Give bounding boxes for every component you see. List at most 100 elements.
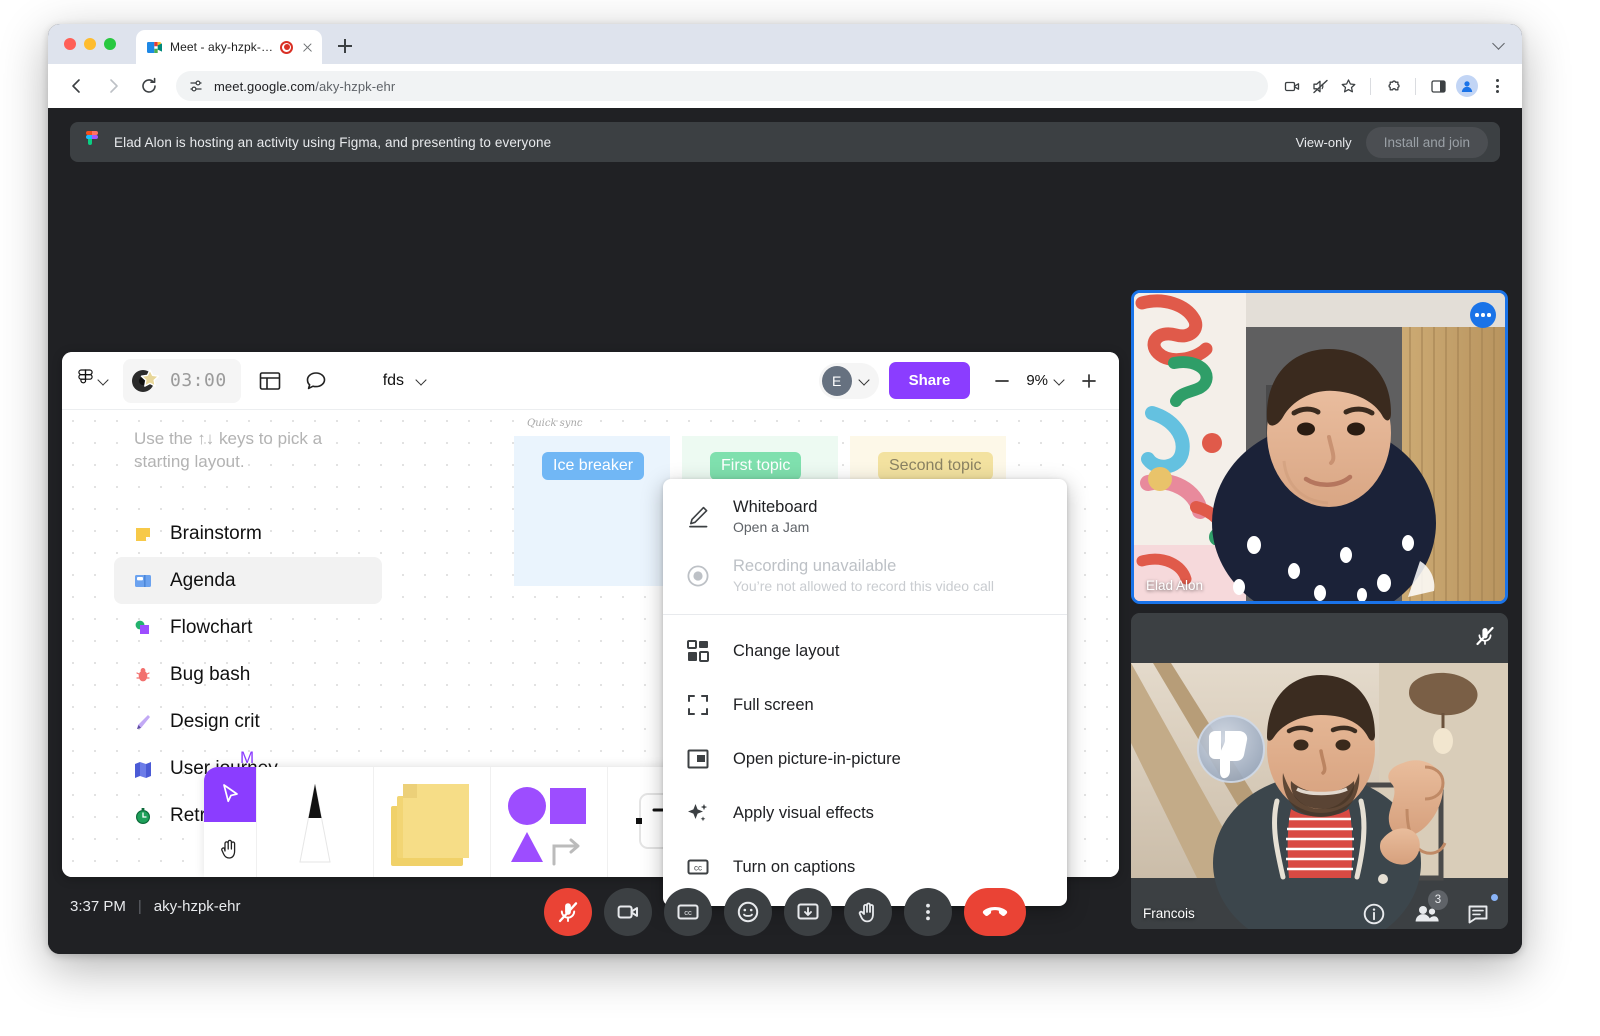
captions-toggle-button[interactable]: cc xyxy=(664,888,712,936)
toolbar-divider-2 xyxy=(1415,77,1416,95)
arrow-right-icon[interactable] xyxy=(98,71,128,101)
shapes-icon[interactable] xyxy=(490,767,607,877)
layout-picker-hint: Use the ↑↓ keys to pick a starting layou… xyxy=(134,429,323,471)
context-menu-item-title: Open picture-in-picture xyxy=(733,749,901,768)
context-menu-item-change-layout[interactable]: Change layout xyxy=(663,624,1067,678)
extensions-puzzle-icon[interactable] xyxy=(1379,72,1407,100)
context-menu-item-full-screen[interactable]: Full screen xyxy=(663,678,1067,732)
context-menu-item-title: Apply visual effects xyxy=(733,803,874,822)
activity-banner-message: Elad Alon is hosting an activity using F… xyxy=(114,134,552,150)
microphone-toggle-button[interactable] xyxy=(544,888,592,936)
address-bar[interactable]: meet.google.com/aky-hzpk-ehr xyxy=(176,71,1268,101)
browser-menu-kebab-icon[interactable] xyxy=(1486,75,1508,97)
context-menu-item-picture-in-picture[interactable]: Open picture-in-picture xyxy=(663,732,1067,786)
layout-more-link[interactable]: M xyxy=(240,748,254,768)
context-menu-item-whiteboard[interactable]: Whiteboard Open a Jam xyxy=(663,487,1067,546)
hang-up-button[interactable] xyxy=(964,888,1026,936)
panels-icon[interactable] xyxy=(253,364,287,398)
figma-user-chip[interactable]: E xyxy=(818,362,879,399)
context-menu-divider xyxy=(663,614,1067,615)
participant-name: Francois xyxy=(1143,906,1195,921)
more-options-icon[interactable] xyxy=(1470,302,1496,328)
view-only-label: View-only xyxy=(1295,134,1352,150)
context-menu-item-text: Whiteboard Open a Jam xyxy=(733,498,817,535)
separator: | xyxy=(137,898,142,915)
people-participants-button[interactable]: 3 xyxy=(1404,890,1448,936)
comment-bubble-icon[interactable] xyxy=(299,364,333,398)
layout-item-brainstorm[interactable]: Brainstorm xyxy=(114,510,382,557)
layout-item-label: Agenda xyxy=(170,569,236,591)
window-traffic-lights[interactable] xyxy=(64,38,116,50)
tune-icon[interactable] xyxy=(188,78,204,94)
change-layout-icon xyxy=(685,638,711,664)
close-icon[interactable] xyxy=(300,40,315,55)
figma-logo-icon[interactable] xyxy=(78,368,94,393)
minus-icon[interactable] xyxy=(986,365,1018,397)
plus-icon[interactable] xyxy=(1073,365,1105,397)
layout-item-label: Brainstorm xyxy=(170,522,262,544)
figma-file-name-group[interactable]: fds xyxy=(383,372,427,390)
context-menu-item-title: Change layout xyxy=(733,641,840,660)
chevron-down-icon[interactable] xyxy=(1492,36,1506,50)
layout-item-flowchart[interactable]: Flowchart xyxy=(114,604,382,651)
context-menu-item-visual-effects[interactable]: Apply visual effects xyxy=(663,786,1067,840)
recording-indicator-icon[interactable] xyxy=(280,40,293,54)
layout-item-label: Bug bash xyxy=(170,663,251,685)
layout-item-label: Flowchart xyxy=(170,616,253,638)
avatar: E xyxy=(821,365,852,396)
participant-tile-elad-alon[interactable]: Elad Alon xyxy=(1131,290,1508,604)
arrow-left-icon[interactable] xyxy=(62,71,92,101)
chat-messages-button[interactable] xyxy=(1456,892,1500,936)
svg-text:cc: cc xyxy=(684,908,692,917)
board-column-ice-breaker[interactable]: Ice breaker xyxy=(514,436,670,586)
context-menu-item-title: Recording unavailable xyxy=(733,557,897,575)
board-column-label: First topic xyxy=(710,452,802,480)
activity-timer[interactable]: 03:00 xyxy=(123,358,241,403)
figma-toolbar-right: E Share 9% xyxy=(818,362,1105,399)
close-window-button[interactable] xyxy=(64,38,76,50)
meet-options-context-menu: Whiteboard Open a Jam Recording unavaila… xyxy=(663,479,1067,906)
participant-name: Elad Alon xyxy=(1146,578,1204,593)
muted-speaker-icon[interactable] xyxy=(1306,72,1334,100)
more-options-kebab-button[interactable] xyxy=(904,888,952,936)
meet-call-controls: cc xyxy=(544,888,1026,936)
meeting-code: aky-hzpk-ehr xyxy=(153,898,241,915)
layout-item-design-crit[interactable]: Design crit xyxy=(114,698,382,745)
plus-icon[interactable] xyxy=(334,35,356,57)
cursor-select-icon[interactable] xyxy=(204,767,256,822)
present-screen-button[interactable] xyxy=(784,888,832,936)
pen-marker-icon[interactable] xyxy=(256,767,373,877)
agenda-board-icon xyxy=(132,570,154,592)
camera-icon[interactable] xyxy=(1278,72,1306,100)
chevron-down-icon[interactable] xyxy=(98,375,109,386)
install-and-join-button[interactable]: Install and join xyxy=(1365,126,1488,158)
browser-tabstrip: Meet - aky-hzpk-ehr xyxy=(48,24,1522,64)
sticky-note-icon xyxy=(132,523,154,545)
browser-toolbar: meet.google.com/aky-hzpk-ehr xyxy=(48,64,1522,108)
picture-in-picture-icon xyxy=(685,746,711,772)
chevron-down-icon[interactable] xyxy=(1054,375,1065,386)
chevron-down-icon[interactable] xyxy=(859,375,870,386)
sticky-notes-icon[interactable] xyxy=(373,767,490,877)
zoom-level-display[interactable]: 9% xyxy=(1022,372,1069,389)
meeting-details-info-button[interactable] xyxy=(1352,892,1396,936)
activity-banner-actions: View-only Install and join xyxy=(1295,126,1488,158)
browser-tab[interactable]: Meet - aky-hzpk-ehr xyxy=(136,30,322,64)
share-button[interactable]: Share xyxy=(888,362,971,399)
hand-pan-icon[interactable] xyxy=(204,822,256,877)
raise-hand-button[interactable] xyxy=(844,888,892,936)
chevron-down-icon[interactable] xyxy=(416,375,427,386)
profile-avatar-icon[interactable] xyxy=(1456,75,1478,97)
emoji-reaction-button[interactable] xyxy=(724,888,772,936)
camera-toggle-button[interactable] xyxy=(604,888,652,936)
bookmark-star-icon[interactable] xyxy=(1334,72,1362,100)
minimize-window-button[interactable] xyxy=(84,38,96,50)
reload-icon[interactable] xyxy=(134,71,164,101)
maximize-window-button[interactable] xyxy=(104,38,116,50)
browser-action-icons xyxy=(1278,72,1508,100)
layout-item-label: Design crit xyxy=(170,710,260,732)
tab-title: Meet - aky-hzpk-ehr xyxy=(170,40,273,54)
layout-item-bug-bash[interactable]: Bug bash xyxy=(114,651,382,698)
side-panel-icon[interactable] xyxy=(1424,72,1452,100)
layout-item-agenda[interactable]: Agenda xyxy=(114,557,382,604)
